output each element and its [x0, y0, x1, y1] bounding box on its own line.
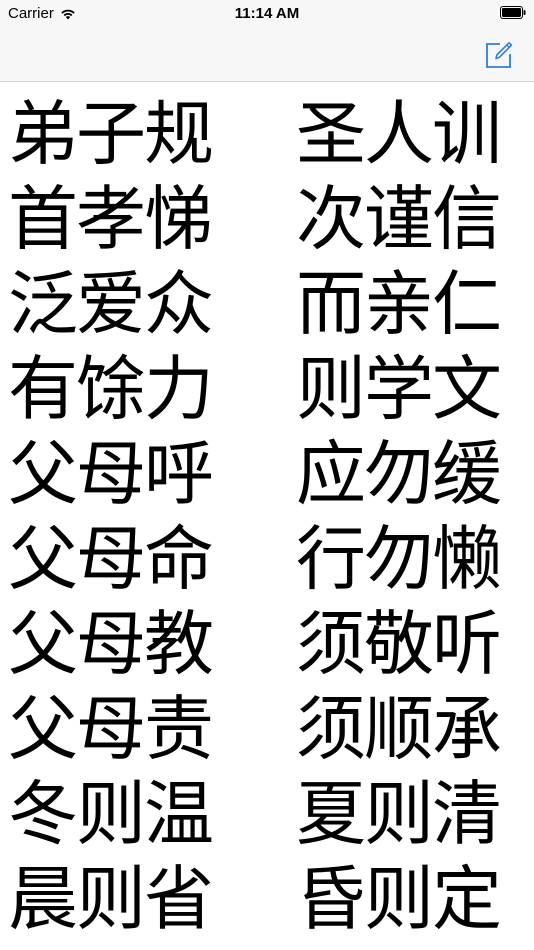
verse-row: 弟子规 圣人训	[0, 92, 534, 177]
verse-left-phrase: 父母呼	[8, 433, 214, 515]
verse-row: 父母教 须敬听	[0, 602, 534, 687]
verse-right-phrase: 昏则定	[296, 858, 502, 940]
verse-left-phrase: 冬则温	[8, 773, 214, 855]
verse-row: 首孝悌 次谨信	[0, 177, 534, 262]
compose-button[interactable]	[482, 38, 516, 72]
verse-row: 父母呼 应勿缓	[0, 432, 534, 517]
verse-left-phrase: 泛爱众	[8, 263, 214, 345]
verse-right-phrase: 须敬听	[296, 603, 502, 685]
verse-list: 弟子规 圣人训 首孝悌 次谨信 泛爱众 而亲仁 有馀力 则学文 父母呼 应勿缓 父母命 行勿懒 父母教须…	[0, 92, 534, 942]
verse-left-phrase: 有馀力	[8, 348, 214, 430]
compose-icon	[486, 42, 513, 68]
verse-right-phrase: 则学文	[296, 348, 502, 430]
verse-right-phrase: 圣人训	[296, 93, 502, 175]
verse-right-phrase: 次谨信	[296, 178, 502, 260]
verse-row: 泛爱众 而亲仁	[0, 262, 534, 347]
navigation-bar	[0, 28, 534, 82]
verse-row: 冬则温 夏则清	[0, 772, 534, 857]
verse-left-phrase: 弟子规	[8, 93, 214, 175]
verse-right-phrase: 应勿缓	[296, 433, 502, 515]
verse-right-phrase: 行勿懒	[296, 518, 502, 600]
status-bar: Carrier 11:14 AM	[0, 0, 534, 28]
verse-left-phrase: 首孝悌	[8, 178, 214, 260]
verse-left-phrase: 父母责	[8, 688, 214, 770]
verse-row: 父母责 须顺承	[0, 687, 534, 772]
status-time: 11:14 AM	[234, 5, 300, 22]
verse-row: 有馀力 则学文	[0, 347, 534, 432]
verse-left-phrase: 父母教	[8, 603, 214, 685]
verse-right-phrase: 而亲仁	[296, 263, 502, 345]
verse-row: 父母命 行勿懒	[0, 517, 534, 602]
verse-right-phrase: 夏则清	[296, 773, 502, 855]
verse-left-phrase: 父母命	[8, 518, 214, 600]
verse-row: 晨则省 昏则定	[0, 857, 534, 942]
verse-left-phrase: 晨则省	[8, 858, 214, 940]
verse-right-phrase: 须顺承	[296, 688, 502, 770]
battery-icon	[500, 6, 526, 19]
